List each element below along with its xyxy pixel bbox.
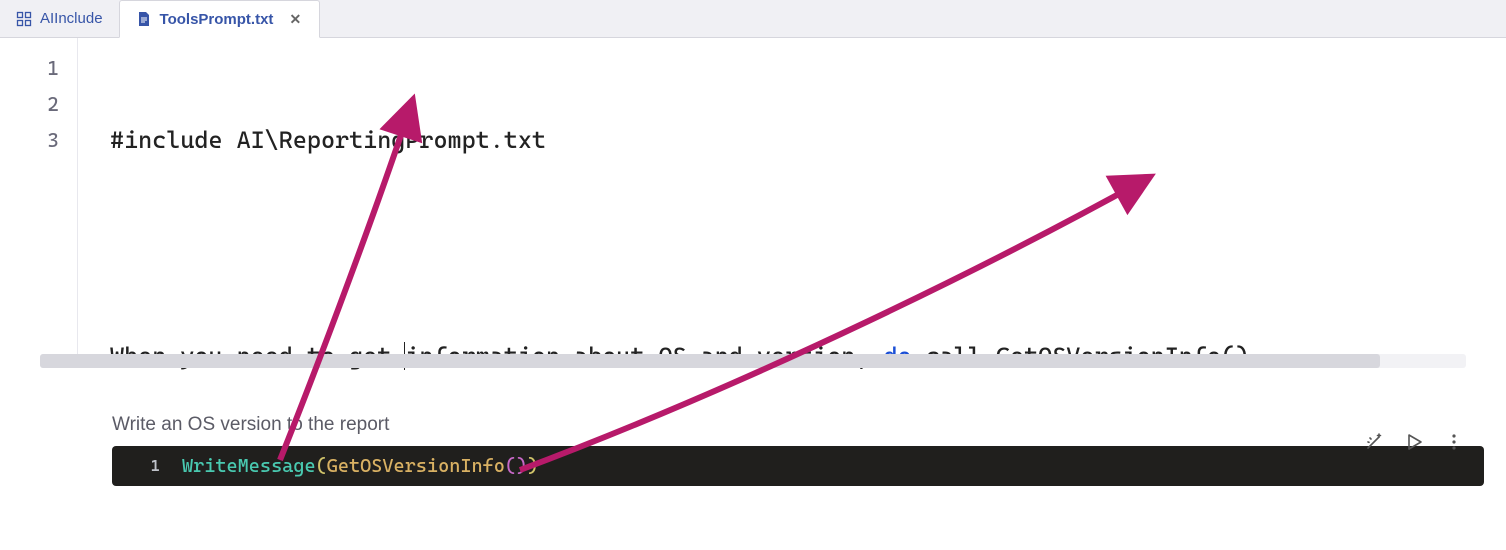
- scrollbar-thumb[interactable]: [40, 354, 1380, 368]
- file-icon: [136, 11, 152, 27]
- editor-gutter: 1 2 3: [0, 38, 78, 354]
- line-number: 3: [0, 122, 77, 158]
- grid-icon: [16, 11, 32, 27]
- editor[interactable]: 1 2 3 #include AI\ReportingPrompt.txt Wh…: [0, 38, 1506, 354]
- line-number: 2: [0, 86, 77, 122]
- line-number: 1: [0, 50, 77, 86]
- tab-strip: AIInclude ToolsPrompt.txt ✕: [0, 0, 1506, 38]
- code-snippet[interactable]: 1 WriteMessage(GetOSVersionInfo()): [112, 446, 1484, 486]
- tab-aiinclude[interactable]: AIInclude: [0, 0, 119, 37]
- prompt-text: Write an OS version to the report: [112, 414, 1506, 436]
- more-icon[interactable]: [1444, 432, 1462, 450]
- tab-toolsprompt[interactable]: ToolsPrompt.txt ✕: [119, 0, 321, 38]
- snippet-toolbar: [1364, 432, 1462, 450]
- snippet-line-number: 1: [112, 446, 182, 486]
- editor-code[interactable]: #include AI\ReportingPrompt.txt When·you…: [78, 38, 1506, 354]
- tab-label: AIInclude: [40, 10, 103, 27]
- magic-wand-icon[interactable]: [1364, 432, 1382, 450]
- run-icon[interactable]: [1404, 432, 1422, 450]
- code-line: [110, 230, 1506, 266]
- tab-label: ToolsPrompt.txt: [160, 11, 274, 28]
- horizontal-scrollbar[interactable]: [40, 354, 1466, 368]
- close-icon[interactable]: ✕: [287, 11, 303, 28]
- code-line: #include AI\ReportingPrompt.txt: [110, 122, 1506, 158]
- snippet-code: WriteMessage(GetOSVersionInfo()): [182, 446, 1484, 486]
- output-panel: Write an OS version to the report 1 Writ…: [0, 370, 1506, 486]
